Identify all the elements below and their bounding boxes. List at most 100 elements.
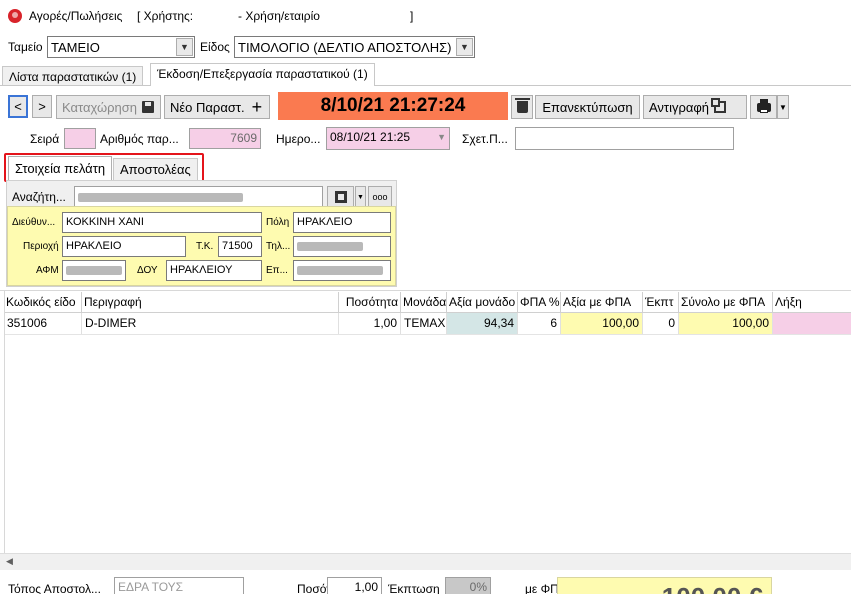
column-header-vat-percent[interactable]: ΦΠΑ %	[518, 292, 561, 313]
save-button[interactable]: Καταχώρηση	[56, 95, 161, 119]
column-header-value-with-vat[interactable]: Αξία με ΦΠΑ	[561, 292, 643, 313]
table-cell-unit[interactable]: ΤΕΜΑΧ	[401, 313, 447, 334]
city-field[interactable]: ΗΡΑΚΛΕΙΟ	[293, 212, 391, 233]
prev-button[interactable]: <	[8, 95, 28, 118]
table-cell-discount[interactable]: 0	[643, 313, 679, 334]
redacted-text	[297, 265, 383, 275]
grid-left-border	[4, 290, 5, 553]
delete-button[interactable]	[511, 95, 533, 119]
city-label: Πόλη	[266, 217, 290, 228]
quantity-input[interactable]: 1,00	[327, 577, 382, 594]
discount-input[interactable]: 0%	[445, 577, 491, 594]
more-icon: ooo	[372, 192, 388, 202]
postal-code-field[interactable]: 71500	[218, 236, 262, 257]
app-icon	[8, 9, 22, 23]
table-cell-quantity[interactable]: 1,00	[339, 313, 401, 334]
tab-document-edit[interactable]: Έκδοση/Επεξεργασία παραστατικού (1)	[150, 63, 375, 86]
print-button[interactable]	[750, 95, 777, 119]
reprint-button[interactable]: Επανεκτύπωση	[535, 95, 640, 119]
column-header-code[interactable]: Κωδικός είδο	[4, 292, 82, 313]
redacted-text	[297, 241, 363, 251]
phone-label: Τηλ...	[266, 241, 291, 252]
scroll-left-icon[interactable]: ◀	[6, 556, 13, 567]
save-label: Καταχώρηση	[62, 99, 137, 115]
title-bracket: ]	[410, 9, 414, 23]
tab-divider	[0, 85, 851, 86]
region-field[interactable]: ΗΡΑΚΛΕΙΟ	[62, 236, 186, 257]
table-cell-unit-value[interactable]: 94,34	[447, 313, 518, 334]
chevron-down-icon[interactable]: ▼	[437, 132, 446, 142]
tameio-select[interactable]: ΤΑΜΕΙΟ ▼	[47, 36, 195, 58]
user-segment: [ Χρήστης:	[137, 9, 194, 23]
region-label: Περιοχή	[23, 241, 59, 252]
chevron-down-icon[interactable]: ▼	[176, 38, 193, 56]
afm-label: ΑΦΜ	[36, 265, 59, 276]
column-header-discount[interactable]: Έκπτ	[643, 292, 679, 313]
reprint-label: Επανεκτύπωση	[542, 99, 633, 115]
printer-icon	[756, 98, 771, 113]
table-cell-vat-percent[interactable]: 6	[518, 313, 561, 334]
table-cell-code[interactable]: 351006	[4, 313, 82, 334]
doy-field[interactable]: ΗΡΑΚΛΕΙΟΥ	[166, 260, 262, 281]
column-header-unit-value[interactable]: Αξία μονάδο	[447, 292, 518, 313]
highlight-box	[4, 153, 204, 182]
chevron-right-icon: >	[38, 99, 46, 114]
chevron-down-icon[interactable]: ▼	[456, 38, 473, 56]
next-button[interactable]: >	[32, 95, 52, 118]
grand-total: 100,00 €	[557, 577, 772, 594]
horizontal-scrollbar[interactable]: ◀	[0, 553, 851, 570]
postal-code-label: Τ.Κ.	[196, 241, 214, 252]
table-cell-expiry[interactable]	[773, 313, 851, 334]
document-datetime: 8/10/21 21:27:24	[278, 92, 508, 120]
column-header-expiry[interactable]: Λήξη	[773, 292, 851, 313]
print-dropdown[interactable]: ▼	[777, 95, 789, 119]
copy-icon	[711, 98, 727, 113]
grid-top-border	[0, 290, 851, 291]
copy-button[interactable]: Αντιγραφή	[643, 95, 747, 119]
afm-field[interactable]	[62, 260, 126, 281]
window-title: Αγορές/Πωλήσεις	[29, 9, 123, 23]
new-label: Νέο Παραστ.	[170, 99, 245, 115]
eidos-label: Είδος	[200, 40, 230, 54]
shipping-input[interactable]: ΕΔΡΑ ΤΟΥΣ	[114, 577, 244, 594]
tab-document-list[interactable]: Λίστα παραστατικών (1)	[2, 66, 144, 85]
puzzle-icon	[334, 191, 347, 203]
series-input[interactable]	[64, 128, 96, 149]
company-segment: - Χρήση/εταιρίο	[238, 9, 320, 23]
column-header-unit[interactable]: Μονάδα	[401, 292, 447, 313]
redacted-text	[78, 193, 243, 203]
customer-lookup-button[interactable]	[327, 186, 354, 208]
search-label: Αναζήτη...	[12, 190, 66, 204]
number-input[interactable]: 7609	[189, 128, 261, 149]
profession-label: Επ...	[266, 265, 288, 276]
date-value: 08/10/21 21:25	[330, 130, 411, 144]
date-label: Ημερο...	[276, 132, 321, 146]
more-button[interactable]: ooo	[368, 186, 392, 208]
column-header-quantity[interactable]: Ποσότητα	[339, 292, 401, 313]
related-input[interactable]	[515, 127, 734, 150]
profession-field[interactable]	[293, 260, 391, 281]
chevron-down-icon: ▼	[779, 102, 787, 112]
tameio-value: ΤΑΜΕΙΟ	[51, 40, 100, 55]
column-header-description[interactable]: Περιγραφή	[82, 292, 339, 313]
table-cell-description[interactable]: D-DIMER	[82, 313, 339, 334]
copy-label: Αντιγραφή	[649, 99, 710, 115]
chevron-down-icon: ▼	[357, 193, 364, 201]
eidos-select[interactable]: ΤΙΜΟΛΟΓΙΟ (ΔΕΛΤΙΟ ΑΠΟΣΤΟΛΗΣ) ▼	[234, 36, 475, 58]
customer-search-input[interactable]	[74, 186, 323, 208]
table-cell-total-with-vat[interactable]: 100,00	[679, 313, 773, 334]
row-divider	[4, 334, 851, 335]
redacted-text	[66, 265, 122, 275]
new-document-button[interactable]: Νέο Παραστ. +	[164, 95, 270, 119]
phone-field[interactable]	[293, 236, 391, 257]
address-field[interactable]: ΚΟΚΚΙΝΗ ΧΑΝΙ	[62, 212, 262, 233]
date-input[interactable]: 08/10/21 21:25 ▼	[326, 127, 450, 150]
column-header-total-with-vat[interactable]: Σύνολο με ΦΠΑ	[679, 292, 773, 313]
plus-icon: +	[251, 97, 263, 117]
customer-lookup-dropdown[interactable]: ▼	[355, 186, 366, 208]
table-cell-value-with-vat[interactable]: 100,00	[561, 313, 643, 334]
shipping-label: Τόπος Αποστολ...	[8, 582, 101, 594]
related-label: Σχετ.Π...	[462, 132, 508, 146]
address-label: Διεύθυν...	[12, 217, 56, 228]
tameio-label: Ταμείο	[8, 40, 43, 54]
